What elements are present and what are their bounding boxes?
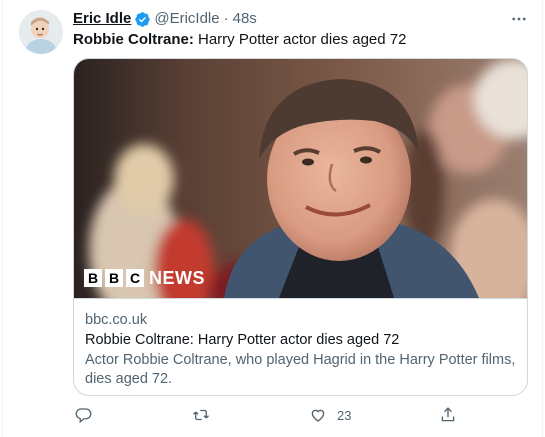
card-description: Actor Robbie Coltrane, who played Hagrid… <box>85 352 516 387</box>
tweet-text-bold: Robbie Coltrane: <box>73 31 194 48</box>
card-domain: bbc.co.uk <box>85 312 148 328</box>
bbc-logo-news: NEWS <box>149 268 205 288</box>
timestamp[interactable]: 48s <box>233 10 257 28</box>
bbc-logo-block: B <box>105 269 123 287</box>
card-body[interactable]: bbc.co.uk Robbie Coltrane: Harry Potter … <box>74 298 527 395</box>
tweet-actions: 23 <box>73 404 493 426</box>
card-photo <box>74 59 527 298</box>
share-button[interactable] <box>439 406 457 424</box>
bbc-logo-block: B <box>84 269 102 287</box>
avatar-image <box>19 10 63 54</box>
bbc-logo-block: C <box>126 269 144 287</box>
reply-icon <box>75 408 92 424</box>
reply-button[interactable] <box>75 406 93 424</box>
retweet-button[interactable] <box>192 406 210 424</box>
separator-dot: · <box>223 10 229 27</box>
tweet-text-rest: Harry Potter actor dies aged 72 <box>193 31 407 48</box>
tweet-text: Robbie Coltrane: Harry Potter actor dies… <box>73 30 530 50</box>
card-image[interactable]: B B C NEWS <box>74 59 527 298</box>
link-card[interactable]: B B C NEWS bbc.co.uk Robbie Coltrane: Ha… <box>73 58 528 396</box>
tweet[interactable]: Eric Idle @EricIdle · 48s Robbie Coltran… <box>2 0 543 437</box>
card-title: Robbie Coltrane: Harry Potter actor dies… <box>85 332 400 348</box>
author-display-name[interactable]: Eric Idle <box>73 10 131 28</box>
more-options-icon[interactable] <box>508 8 530 30</box>
retweet-icon <box>193 409 209 421</box>
share-icon <box>441 407 455 422</box>
bbc-news-logo: B B C NEWS <box>84 266 205 290</box>
heart-icon <box>311 409 325 422</box>
like-button[interactable]: 23 <box>309 406 351 424</box>
avatar[interactable] <box>19 10 63 54</box>
tweet-header: Eric Idle @EricIdle · 48s <box>73 10 530 28</box>
like-count: 23 <box>337 407 352 423</box>
author-handle[interactable]: @EricIdle <box>154 10 219 28</box>
verified-badge-icon <box>134 11 151 28</box>
